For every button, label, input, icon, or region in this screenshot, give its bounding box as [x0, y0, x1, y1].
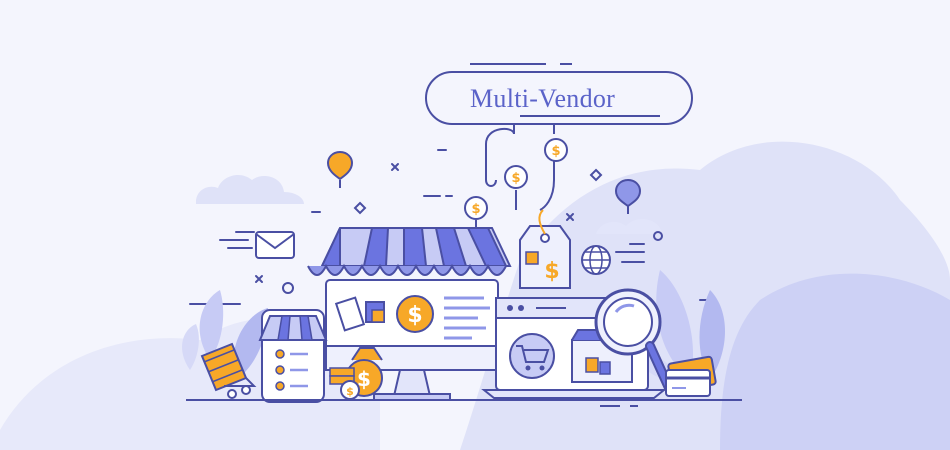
svg-text:$: $	[346, 385, 354, 398]
diamond-1	[353, 201, 367, 215]
coin-dollar-icon-2: $	[504, 165, 528, 189]
svg-text:$: $	[471, 202, 480, 217]
credit-card-icon	[665, 355, 717, 397]
coin-dollar-icon-3: $	[544, 138, 568, 162]
speed-lines-mail	[219, 231, 255, 249]
svg-text:$: $	[551, 144, 560, 159]
cloud-left	[196, 174, 304, 204]
phone-storefront	[258, 309, 328, 403]
svg-text:$: $	[511, 171, 520, 186]
illustration: $ $ $ $ $ $ $	[0, 63, 950, 450]
svg-text:$: $	[407, 303, 422, 328]
page-title: Multi-Vendor	[470, 84, 616, 113]
globe-icon	[581, 245, 611, 275]
mail-icon	[255, 231, 295, 259]
coin-dollar-icon-1: $	[464, 196, 488, 220]
x-mark-2	[255, 275, 263, 283]
ring-dot-2	[282, 282, 294, 294]
balloon-orange-icon	[326, 150, 354, 188]
banner-canvas: $ $ $ $ $ $ $ Multi-Vendor	[0, 0, 950, 450]
svg-text:$: $	[544, 259, 559, 284]
x-mark-1	[391, 163, 399, 171]
diamond-2	[589, 168, 603, 182]
